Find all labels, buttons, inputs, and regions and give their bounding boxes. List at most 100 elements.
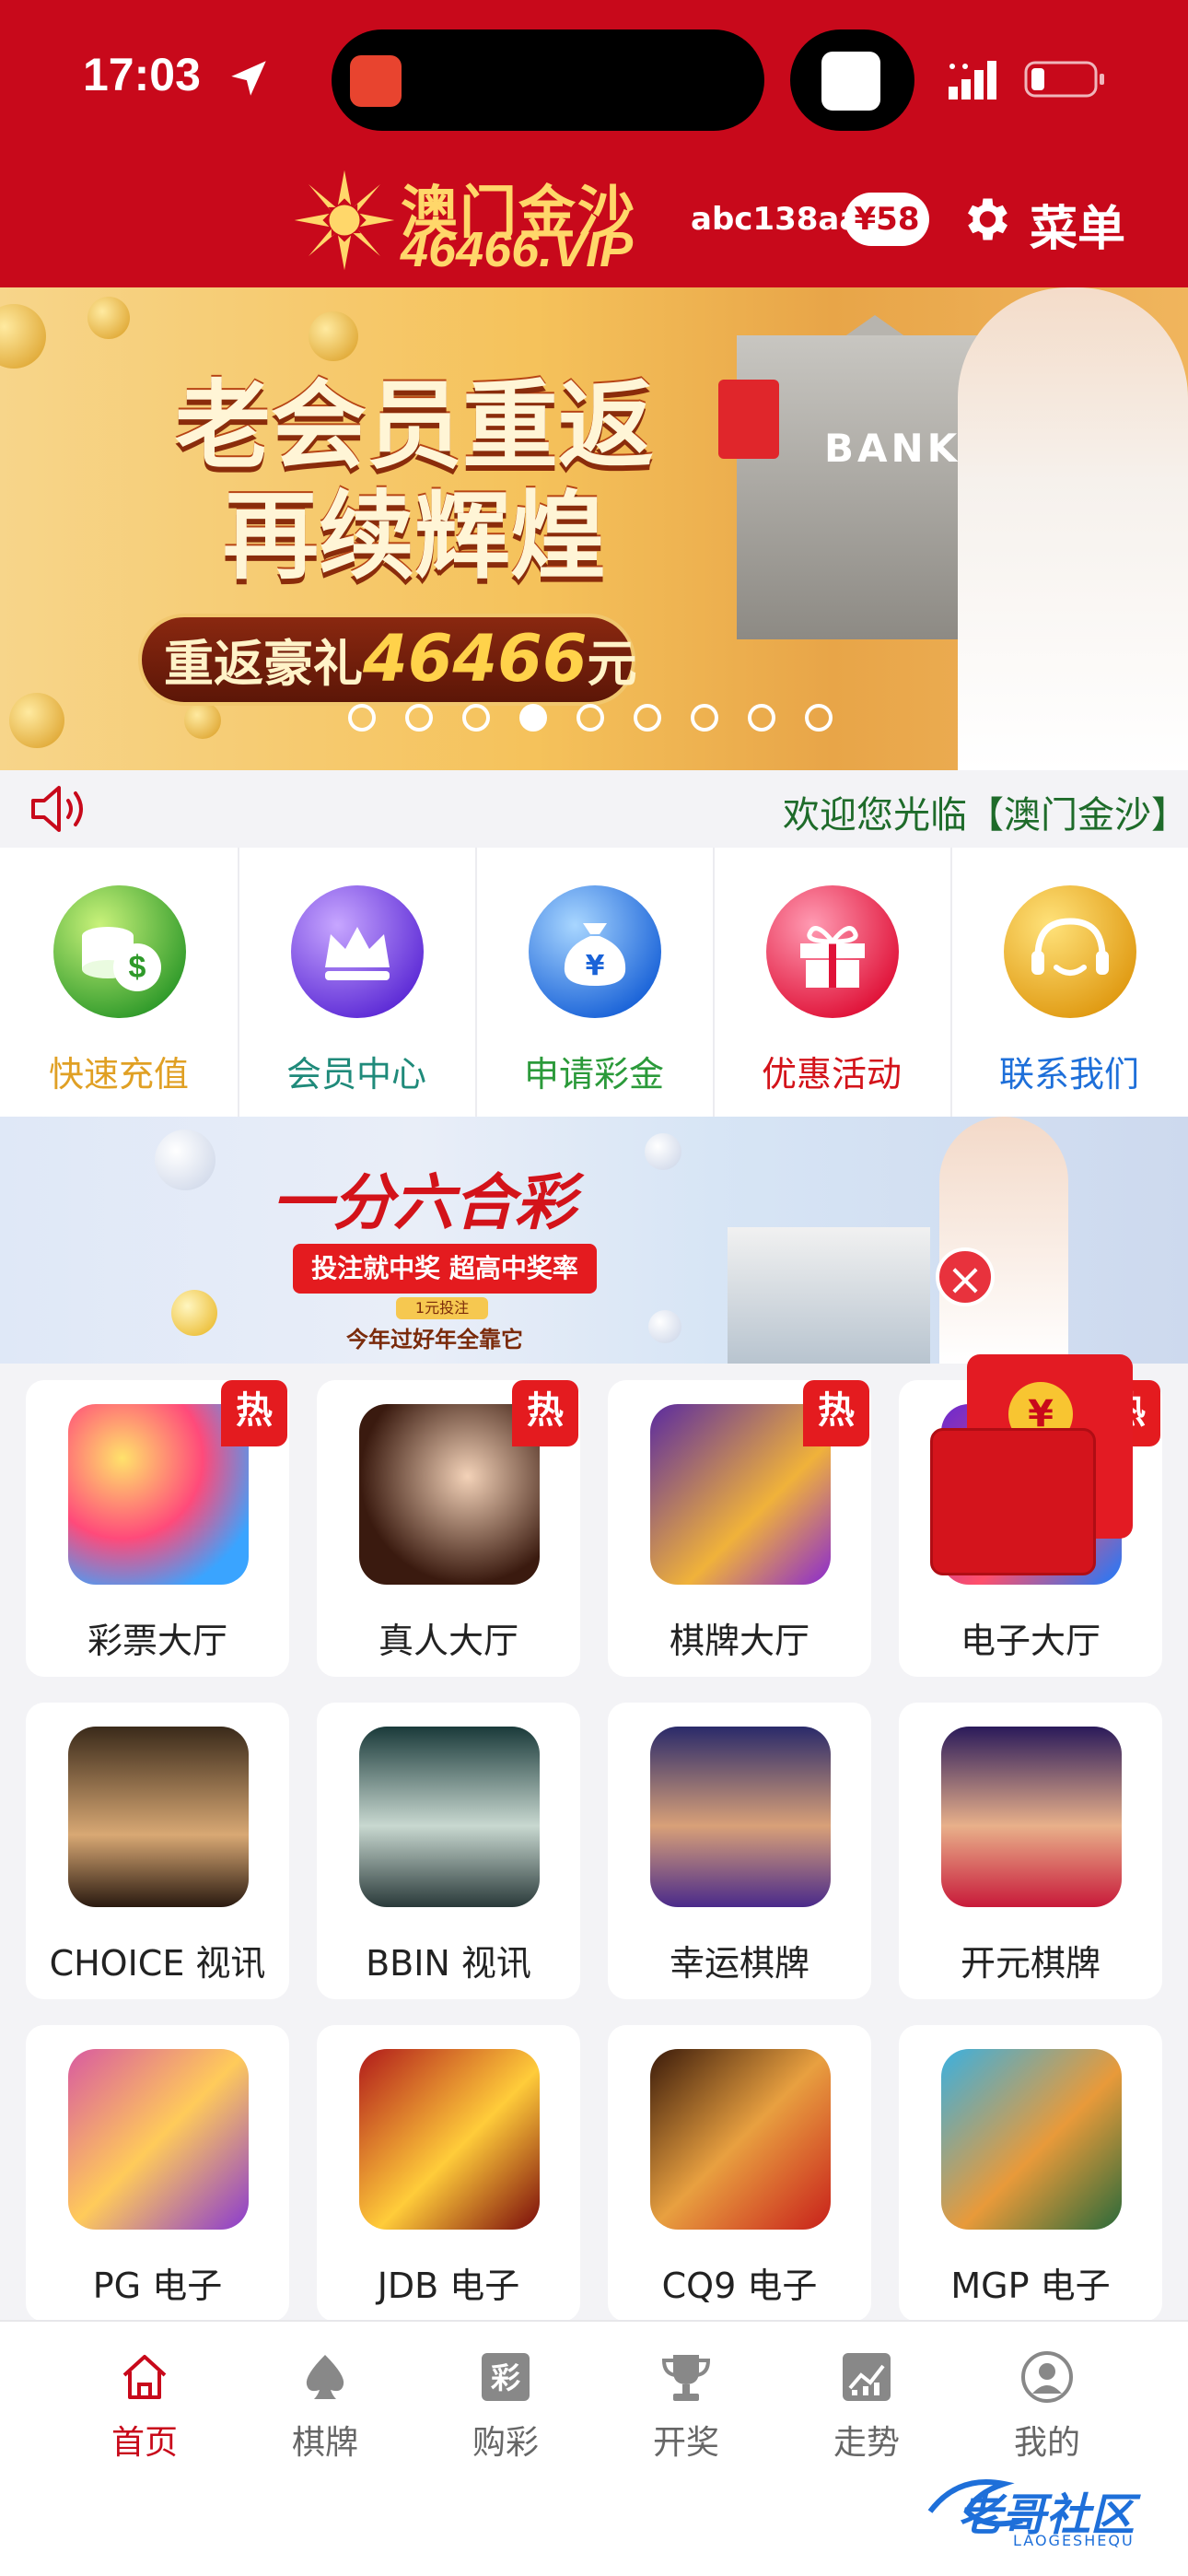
gold-coin-decoration xyxy=(9,693,64,748)
tab-profile[interactable]: 我的 xyxy=(957,2340,1137,2469)
gold-coin-decoration xyxy=(184,702,221,739)
username[interactable]: abc138aa xyxy=(691,201,860,238)
lottery-ticket-icon: 彩 xyxy=(482,2353,530,2401)
lucky-cards-icon xyxy=(650,1727,831,1907)
quick-action-contact[interactable]: 联系我们 xyxy=(950,848,1188,1117)
tab-chess-cards[interactable]: 棋牌 xyxy=(235,2340,415,2469)
game-label: 真人大厅 xyxy=(378,1621,518,1661)
quick-action-recharge[interactable]: $ 快速充值 xyxy=(0,848,238,1117)
tomato-app-icon xyxy=(350,55,402,107)
carousel-dot[interactable] xyxy=(805,704,833,732)
brand-domain: 46466.VIP xyxy=(401,222,634,277)
tab-label: 走势 xyxy=(833,2424,900,2462)
carousel-dot[interactable] xyxy=(348,704,376,732)
quick-action-label: 联系我们 xyxy=(998,1054,1139,1095)
watermark-subtext: LAOGESHEQU xyxy=(1013,2532,1135,2549)
tab-buy-lottery[interactable]: 彩 购彩 xyxy=(415,2340,596,2469)
quick-action-label: 会员中心 xyxy=(285,1054,426,1095)
home-icon xyxy=(122,2355,167,2399)
trophy-icon xyxy=(661,2355,711,2401)
quick-action-promotions[interactable]: 优惠活动 xyxy=(713,848,950,1117)
notice-marquee-text: 欢迎您光临【澳门金沙】 xyxy=(783,794,1188,837)
game-card[interactable]: 真人大厅 热 xyxy=(317,1380,580,1677)
ball-decoration xyxy=(648,1310,681,1343)
promo-title: 一分六合彩 xyxy=(272,1167,576,1238)
game-card[interactable]: JDB 电子 xyxy=(317,2025,580,2322)
game-label: CQ9 电子 xyxy=(661,2266,818,2306)
carousel-dot[interactable] xyxy=(634,704,661,732)
tab-label: 购彩 xyxy=(472,2424,539,2462)
quick-action-apply-bonus[interactable]: ¥ 申请彩金 xyxy=(475,848,713,1117)
game-label: JDB 电子 xyxy=(377,2266,520,2306)
game-label: 电子大厅 xyxy=(960,1621,1101,1661)
promo-model-image xyxy=(939,1117,1068,1364)
menu-button[interactable]: 菜单 xyxy=(1030,190,1125,259)
game-label: 棋牌大厅 xyxy=(669,1621,809,1661)
gear-icon[interactable] xyxy=(958,192,1013,247)
hero-subtitle: 重返豪礼46466元 xyxy=(164,621,637,697)
floating-red-packet[interactable]: ¥ xyxy=(930,1354,1151,1575)
hero-subtitle-number: 46466 xyxy=(363,621,588,697)
crown-icon xyxy=(291,885,424,1018)
hero-title-line2: 再续辉煌 xyxy=(222,479,606,592)
game-card[interactable]: PG 电子 xyxy=(26,2025,289,2322)
carousel-dot[interactable] xyxy=(577,704,604,732)
money-bag-icon: ¥ xyxy=(529,885,661,1018)
money-stack-icon: $ xyxy=(53,885,186,1018)
game-card[interactable]: CQ9 电子 xyxy=(608,2025,871,2322)
game-card[interactable]: 开元棋牌 xyxy=(899,1703,1162,1999)
hero-title: 老会员重返 再续辉煌 xyxy=(129,370,700,591)
pg-slot-icon xyxy=(68,2049,249,2230)
hot-badge: 热 xyxy=(512,1380,578,1446)
game-card[interactable]: BBIN 视讯 xyxy=(317,1703,580,1999)
game-card[interactable]: 棋牌大厅 热 xyxy=(608,1380,871,1677)
bank-label: BANK xyxy=(824,426,961,471)
quick-action-label: 优惠活动 xyxy=(761,1054,902,1095)
hero-title-line1: 老会员重返 xyxy=(174,369,654,482)
tab-label: 棋牌 xyxy=(291,2424,358,2462)
tab-home[interactable]: 首页 xyxy=(54,2340,235,2469)
ball-decoration xyxy=(171,1290,217,1336)
game-card[interactable]: 彩票大厅 热 xyxy=(26,1380,289,1677)
svg-text:$: $ xyxy=(129,950,146,985)
cellular-signal-icon xyxy=(949,61,996,100)
balance-badge[interactable]: ¥58 xyxy=(844,193,929,246)
hot-badge: 热 xyxy=(221,1380,287,1446)
hero-model-image xyxy=(958,287,1188,770)
tab-trends[interactable]: 走势 xyxy=(776,2340,957,2469)
status-time: 17:03 xyxy=(83,49,201,100)
speaker-icon xyxy=(31,786,83,832)
carousel-dot[interactable] xyxy=(748,704,775,732)
ball-decoration xyxy=(645,1133,681,1170)
ball-decoration xyxy=(155,1130,215,1190)
battery-icon xyxy=(1024,61,1104,98)
game-card[interactable]: MGP 电子 xyxy=(899,2025,1162,2322)
hero-banner[interactable]: BANK 老会员重返 再续辉煌 重返豪礼46466元 xyxy=(0,287,1188,770)
gold-coin-decoration xyxy=(0,304,46,369)
tab-draw-results[interactable]: 开奖 xyxy=(596,2340,776,2469)
game-card[interactable]: CHOICE 视讯 xyxy=(26,1703,289,1999)
bbin-dealer-icon xyxy=(359,1727,540,1907)
spade-icon xyxy=(306,2355,344,2399)
quick-action-member-center[interactable]: 会员中心 xyxy=(238,848,475,1117)
carousel-dot[interactable] xyxy=(462,704,490,732)
game-label: PG 电子 xyxy=(92,2266,223,2306)
promo-footer: 今年过好年全靠它 xyxy=(346,1327,523,1352)
carousel-dot[interactable] xyxy=(691,704,718,732)
tab-label: 首页 xyxy=(111,2424,178,2462)
lottery-promo-banner[interactable]: 一分六合彩 投注就中奖 超高中奖率 1元投注 今年过好年全靠它 xyxy=(0,1117,1188,1364)
support-icon xyxy=(1004,885,1136,1018)
promo-small-tag: 1元投注 xyxy=(396,1297,488,1319)
location-arrow-icon xyxy=(231,61,266,96)
carousel-dot[interactable] xyxy=(519,704,547,732)
game-label: BBIN 视讯 xyxy=(366,1943,531,1984)
kaiyuan-cards-icon xyxy=(941,1727,1122,1907)
tab-label: 开奖 xyxy=(652,2424,719,2462)
mgp-slot-icon xyxy=(941,2049,1122,2230)
quick-action-label: 快速充值 xyxy=(48,1054,189,1095)
carousel-dot[interactable] xyxy=(405,704,433,732)
gold-coin-decoration xyxy=(87,297,130,339)
game-label: 幸运棋牌 xyxy=(669,1943,809,1984)
game-card[interactable]: 幸运棋牌 xyxy=(608,1703,871,1999)
close-icon[interactable]: × xyxy=(936,1247,995,1306)
